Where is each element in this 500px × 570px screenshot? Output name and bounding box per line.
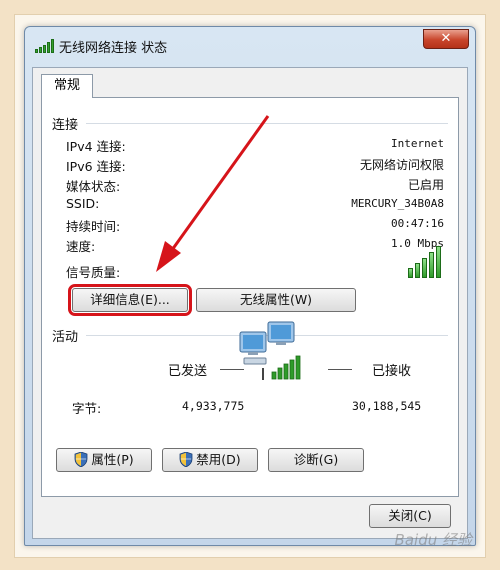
uac-shield-icon <box>74 452 88 467</box>
close-button[interactable]: 关闭(C) <box>369 504 451 528</box>
ssid-label: SSID: <box>66 196 100 211</box>
status-window: 无线网络连接 状态 ✕ 常规 连接 IPv4 连接: Internet IPv6… <box>24 26 476 546</box>
disable-button-label: 禁用(D) <box>196 452 241 467</box>
properties-button-label: 属性(P) <box>91 452 134 467</box>
general-panel: 连接 IPv4 连接: Internet IPv6 连接: 无网络访问权限 媒体… <box>41 97 459 497</box>
ipv6-value: 无网络访问权限 <box>359 158 444 172</box>
tab-general[interactable]: 常规 <box>41 74 93 98</box>
bytes-label: 字节: <box>72 401 102 416</box>
properties-button[interactable]: 属性(P) <box>56 448 152 472</box>
diagnose-button[interactable]: 诊断(G) <box>268 448 364 472</box>
received-label: 已接收 <box>372 364 412 379</box>
received-dash <box>328 369 352 370</box>
title-close-button[interactable]: ✕ <box>423 29 469 49</box>
wireless-properties-button[interactable]: 无线属性(W) <box>196 288 356 312</box>
disable-button[interactable]: 禁用(D) <box>162 448 258 472</box>
ipv6-label: IPv6 连接: <box>66 159 126 174</box>
speed-label: 速度: <box>66 239 96 254</box>
window-title: 无线网络连接 状态 <box>59 41 168 56</box>
media-state-value: 已启用 <box>407 178 444 192</box>
dialog-client: 常规 连接 IPv4 连接: Internet IPv6 连接: 无网络访问权限… <box>32 67 468 539</box>
ipv4-label: IPv4 连接: <box>66 139 126 154</box>
uac-shield-icon <box>179 452 193 467</box>
bytes-sent-value: 4,933,775 <box>182 399 245 413</box>
watermark: Baidu 经验 <box>394 531 472 549</box>
connection-group-label: 连接 <box>52 118 79 133</box>
ipv4-value: Internet <box>391 137 444 150</box>
bytes-received-value: 30,188,545 <box>352 399 422 413</box>
signal-strength-icon <box>408 246 442 278</box>
details-button[interactable]: 详细信息(E)... <box>68 284 192 316</box>
network-computers-icon <box>239 321 301 380</box>
title-bar[interactable]: 无线网络连接 状态 ✕ <box>25 27 475 61</box>
duration-label: 持续时间: <box>66 219 121 234</box>
media-state-label: 媒体状态: <box>66 179 121 194</box>
wireless-signal-icon <box>35 39 54 53</box>
ssid-value: MERCURY_34B0A8 <box>351 197 444 210</box>
duration-value: 00:47:16 <box>391 217 444 230</box>
activity-group-label: 活动 <box>52 330 79 345</box>
signal-quality-label: 信号质量: <box>66 265 121 280</box>
divider <box>86 123 448 124</box>
sent-label: 已发送 <box>168 364 208 379</box>
